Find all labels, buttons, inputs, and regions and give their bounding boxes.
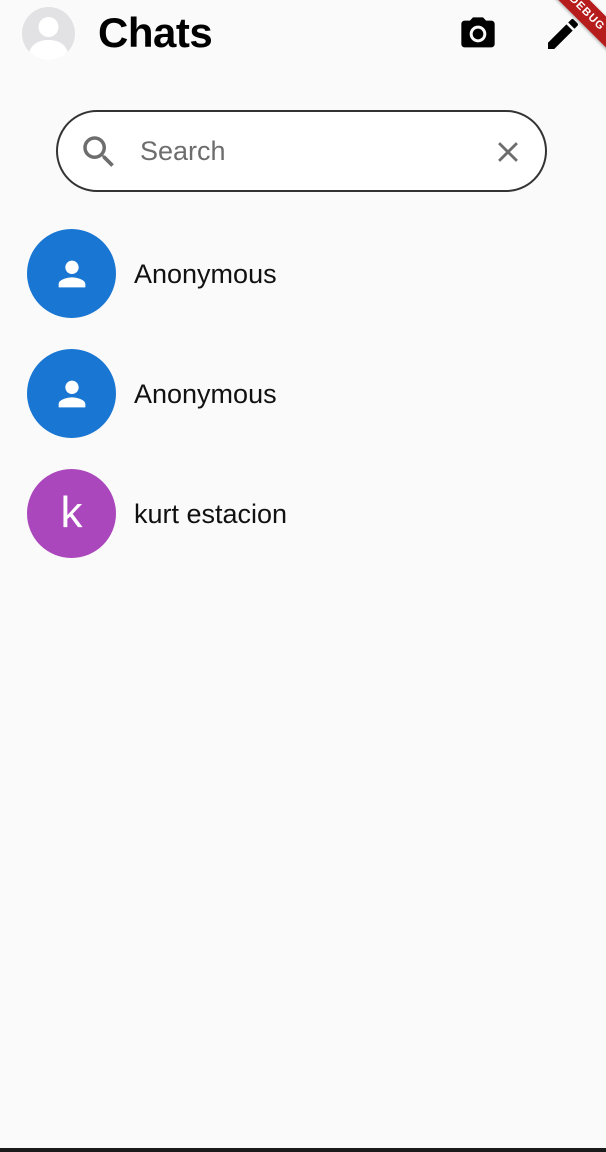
chats-screen: Chats DEBUG Search Anonymous Anonymous k… <box>0 0 606 1152</box>
profile-avatar[interactable] <box>22 7 75 60</box>
clear-search-button[interactable] <box>488 132 528 172</box>
person-silhouette-icon <box>28 17 69 60</box>
avatar-letter: k <box>60 487 83 537</box>
pencil-icon <box>548 18 579 49</box>
chat-list-item[interactable]: k kurt estacion <box>0 469 606 589</box>
chat-name: Anonymous <box>134 379 277 409</box>
chat-name: Anonymous <box>134 259 277 289</box>
chat-name: kurt estacion <box>134 499 288 529</box>
chat-avatar <box>27 349 116 438</box>
chat-list-item[interactable]: Anonymous <box>0 229 606 349</box>
person-icon <box>58 260 85 287</box>
close-icon <box>498 142 518 162</box>
chat-list: Anonymous Anonymous k kurt estacion <box>0 229 606 589</box>
chat-list-item[interactable]: Anonymous <box>0 349 606 469</box>
app-bar: Chats DEBUG <box>0 0 606 68</box>
camera-icon <box>461 17 495 48</box>
search-icon <box>83 136 114 167</box>
search-field[interactable] <box>56 110 547 192</box>
bottom-edge <box>0 1148 606 1152</box>
camera-button[interactable] <box>456 12 500 56</box>
chat-avatar <box>27 229 116 318</box>
search-input[interactable] <box>140 130 470 172</box>
person-icon <box>58 380 85 407</box>
chat-avatar: k <box>27 469 116 558</box>
page-title: Chats <box>98 9 213 56</box>
